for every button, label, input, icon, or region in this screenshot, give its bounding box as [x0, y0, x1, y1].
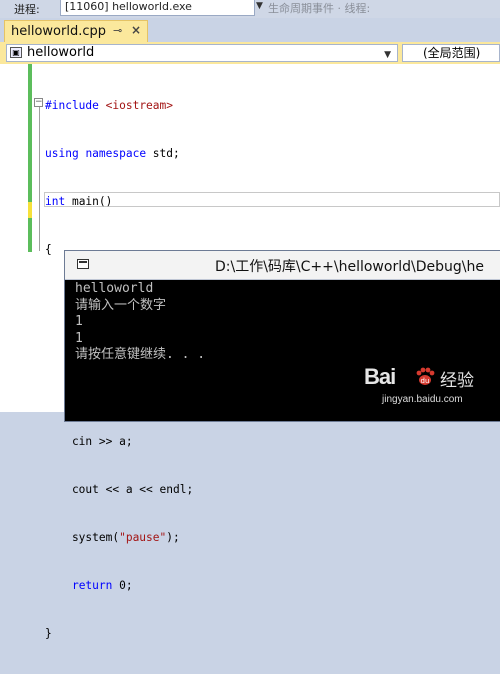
paw-icon: du	[416, 367, 435, 385]
console-line: 1	[75, 314, 83, 329]
console-title: D:\工作\码库\C++\helloworld\Debug\he	[215, 259, 484, 275]
console-icon[interactable]	[77, 259, 89, 269]
project-name: helloworld	[27, 45, 95, 60]
code-line: int main()	[45, 195, 113, 208]
code-line: system("pause");	[45, 531, 180, 544]
console-line: 1	[75, 330, 83, 346]
code-line: return 0;	[71, 579, 133, 592]
lifecycle-events-button[interactable]: 生命周期事件 · 线程:	[268, 0, 370, 16]
code-line: #include <iostream>	[45, 99, 173, 112]
code-line: }	[45, 627, 52, 640]
process-label: 进程:	[14, 3, 40, 16]
project-icon: ▣	[10, 47, 22, 58]
code-line: using namespace std;	[45, 147, 180, 160]
code-line: cin >> a;	[45, 435, 133, 448]
process-value: [11060] helloworld.exe	[65, 0, 192, 13]
outline-line	[39, 106, 40, 251]
chevron-down-icon[interactable]: ▼	[384, 47, 391, 63]
navigation-bar: ▣ helloworld ▼ (全局范围)	[0, 42, 500, 65]
scope-value: (全局范围)	[423, 46, 481, 60]
svg-text:du: du	[421, 377, 430, 385]
document-tab-strip: helloworld.cpp ⊸ ×	[0, 18, 500, 42]
collapse-icon[interactable]: −	[34, 98, 43, 107]
code-line: cout << a << endl;	[45, 483, 194, 496]
console-titlebar[interactable]: D:\工作\码库\C++\helloworld\Debug\he	[65, 251, 500, 280]
chevron-down-icon[interactable]: ▼	[256, 1, 263, 11]
console-output: helloworld 请输入一个数字 1 1 请按任意键继续. . .	[75, 281, 205, 364]
project-dropdown[interactable]: ▣ helloworld ▼	[6, 44, 398, 62]
scope-dropdown[interactable]: (全局范围)	[402, 44, 500, 62]
console-line: 请按任意键继续. . .	[75, 347, 206, 362]
watermark-url: jingyan.baidu.com	[382, 394, 463, 405]
unsaved-change-bar	[28, 202, 32, 218]
pin-icon[interactable]: ⊸	[113, 24, 122, 37]
tab-helloworld-cpp[interactable]: helloworld.cpp ⊸ ×	[4, 20, 148, 42]
change-tracking-bar	[28, 64, 32, 252]
process-dropdown[interactable]: [11060] helloworld.exe	[60, 0, 255, 16]
console-line: 请输入一个数字	[75, 297, 167, 313]
debug-toolbar: 进程: [11060] helloworld.exe ▼ 生命周期事件 · 线程…	[0, 0, 500, 19]
close-icon[interactable]: ×	[131, 23, 141, 37]
tab-title: helloworld.cpp	[11, 24, 106, 39]
baidu-jingyan-watermark: Bai du 经验 jingyan.baidu.com	[360, 360, 500, 412]
watermark-logo: Bai	[364, 364, 396, 389]
console-line: helloworld	[75, 281, 154, 296]
watermark-brand: 经验	[440, 371, 474, 391]
